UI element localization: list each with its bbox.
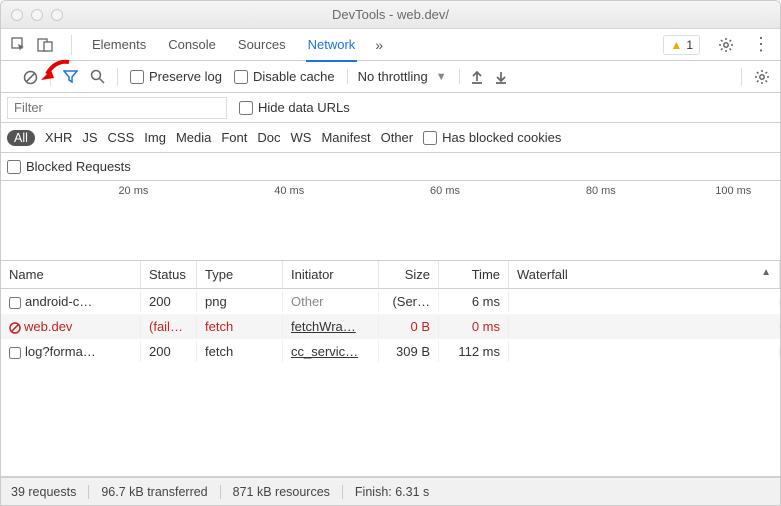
filter-js[interactable]: JS — [82, 130, 97, 145]
network-settings-icon[interactable] — [754, 68, 770, 85]
devtools-window: DevTools - web.dev/ Elements Console Sou… — [0, 0, 781, 506]
status-requests: 39 requests — [11, 485, 89, 499]
filter-img[interactable]: Img — [144, 130, 166, 145]
cell-size: (Ser… — [379, 291, 439, 312]
cell-initiator[interactable]: cc_servic… — [283, 341, 379, 362]
status-transferred: 96.7 kB transferred — [89, 485, 220, 499]
clear-icon[interactable] — [23, 68, 38, 85]
filter-css[interactable]: CSS — [108, 130, 135, 145]
filter-input[interactable] — [7, 97, 227, 119]
timeline-tick: 20 ms — [118, 185, 148, 197]
filter-manifest[interactable]: Manifest — [321, 130, 370, 145]
cell-name: android-c… — [1, 291, 141, 312]
timeline-tick: 60 ms — [430, 185, 460, 197]
tab-sources[interactable]: Sources — [236, 29, 288, 60]
tab-network[interactable]: Network — [306, 29, 358, 62]
blocked-requests-label: Blocked Requests — [26, 159, 131, 174]
filter-icon[interactable] — [63, 69, 78, 84]
download-har-icon[interactable] — [494, 69, 508, 85]
chevron-down-icon: ▼ — [436, 71, 447, 83]
inspect-icon[interactable] — [11, 36, 27, 53]
upload-har-icon[interactable] — [470, 69, 484, 85]
more-tabs-icon[interactable]: » — [375, 37, 383, 53]
timeline-tick: 80 ms — [586, 185, 616, 197]
titlebar: DevTools - web.dev/ — [1, 1, 780, 29]
disable-cache-checkbox[interactable]: Disable cache — [234, 69, 335, 84]
tab-console[interactable]: Console — [166, 29, 218, 60]
request-type-filter: All XHR JS CSS Img Media Font Doc WS Man… — [1, 123, 780, 153]
filter-font[interactable]: Font — [221, 130, 247, 145]
col-name[interactable]: Name — [1, 261, 141, 288]
col-time[interactable]: Time — [439, 261, 509, 288]
tab-elements[interactable]: Elements — [90, 29, 148, 60]
filter-all[interactable]: All — [7, 130, 35, 146]
cell-size: 0 B — [379, 316, 439, 337]
col-size[interactable]: Size — [379, 261, 439, 288]
cell-status: 200 — [141, 341, 197, 362]
status-finish: Finish: 6.31 s — [343, 485, 441, 499]
cell-name: web.dev — [1, 316, 141, 337]
table-row[interactable]: web.dev(failed)fetchfetchWra…0 B0 ms — [1, 314, 780, 339]
filter-doc[interactable]: Doc — [257, 130, 280, 145]
cell-waterfall — [509, 349, 780, 355]
cell-initiator[interactable]: Other — [283, 291, 379, 312]
preserve-log-label: Preserve log — [149, 69, 222, 84]
cell-time: 0 ms — [439, 316, 509, 337]
table-row[interactable]: android-c…200pngOther(Ser…6 ms — [1, 289, 780, 314]
disable-cache-label: Disable cache — [253, 69, 335, 84]
cell-type: png — [197, 291, 283, 312]
cell-size: 309 B — [379, 341, 439, 362]
has-blocked-cookies-label: Has blocked cookies — [442, 130, 561, 145]
has-blocked-cookies-checkbox[interactable]: Has blocked cookies — [423, 130, 561, 145]
cell-waterfall — [509, 299, 780, 305]
table-row[interactable]: log?forma…200fetchcc_servic…309 B112 ms — [1, 339, 780, 364]
blocked-requests-checkbox[interactable]: Blocked Requests — [7, 159, 131, 174]
throttling-value: No throttling — [358, 69, 428, 84]
status-resources: 871 kB resources — [221, 485, 343, 499]
col-type[interactable]: Type — [197, 261, 283, 288]
cell-initiator[interactable]: fetchWra… — [283, 316, 379, 337]
filter-xhr[interactable]: XHR — [45, 130, 72, 145]
cell-type: fetch — [197, 341, 283, 362]
col-status[interactable]: Status — [141, 261, 197, 288]
network-toolbar: Preserve log Disable cache No throttling… — [1, 61, 780, 93]
device-toolbar-icon[interactable] — [37, 36, 53, 53]
window-title: DevTools - web.dev/ — [1, 7, 780, 22]
filter-media[interactable]: Media — [176, 130, 211, 145]
overview-timeline[interactable]: 20 ms 40 ms 60 ms 80 ms 100 ms — [1, 181, 780, 261]
timeline-tick: 40 ms — [274, 185, 304, 197]
cell-type: fetch — [197, 316, 283, 337]
cell-status: (failed) — [141, 316, 197, 337]
hide-data-urls-label: Hide data URLs — [258, 100, 350, 115]
cell-time: 112 ms — [439, 341, 509, 362]
search-icon[interactable] — [90, 69, 105, 84]
timeline-tick: 100 ms — [715, 185, 751, 197]
cell-time: 6 ms — [439, 291, 509, 312]
col-waterfall[interactable]: Waterfall — [509, 261, 780, 288]
panel-tabs: Elements Console Sources Network » ▲ 1 ⋮ — [1, 29, 780, 61]
filter-ws[interactable]: WS — [291, 130, 312, 145]
warning-badge[interactable]: ▲ 1 — [663, 35, 700, 55]
warning-count: 1 — [686, 38, 693, 52]
settings-icon[interactable] — [718, 36, 734, 53]
status-bar: 39 requests 96.7 kB transferred 871 kB r… — [1, 477, 780, 505]
hide-data-urls-checkbox[interactable]: Hide data URLs — [239, 100, 350, 115]
kebab-menu-icon[interactable]: ⋮ — [752, 34, 770, 55]
blocked-requests-row: Blocked Requests — [1, 153, 780, 181]
filter-other[interactable]: Other — [381, 130, 414, 145]
requests-table: Name Status Type Initiator Size Time Wat… — [1, 261, 780, 477]
cell-name: log?forma… — [1, 341, 141, 362]
filter-bar: Hide data URLs — [1, 93, 780, 123]
col-initiator[interactable]: Initiator — [283, 261, 379, 288]
cell-waterfall — [509, 324, 780, 330]
throttling-select[interactable]: No throttling ▼ — [347, 69, 447, 84]
table-body: android-c…200pngOther(Ser…6 msweb.dev(fa… — [1, 289, 780, 476]
warning-icon: ▲ — [670, 38, 682, 52]
preserve-log-checkbox[interactable]: Preserve log — [130, 69, 222, 84]
table-header: Name Status Type Initiator Size Time Wat… — [1, 261, 780, 289]
cell-status: 200 — [141, 291, 197, 312]
